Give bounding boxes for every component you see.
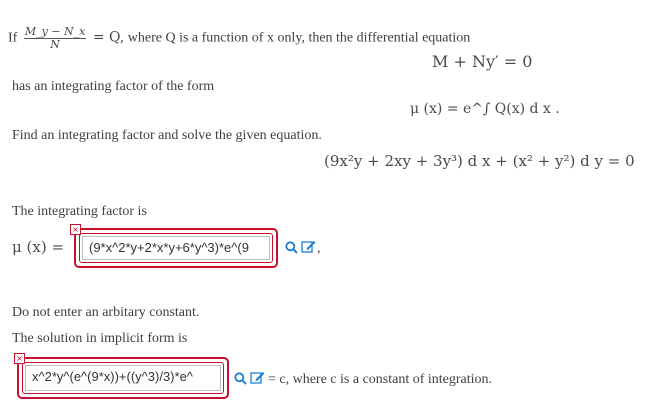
intro-line-2: has an integrating factor of the form (12, 79, 215, 94)
part2-after-text: = c, where c is a constant of integratio… (268, 372, 493, 387)
mu-lhs: μ (x) = (12, 238, 65, 256)
intro-line: If M_y − N_x N = Q, where Q is a functio… (8, 26, 470, 51)
search-icon[interactable] (234, 372, 247, 390)
answer-box-2: x^2*y^(e^(9*x))+((y^3)/3)*e^ (17, 357, 229, 399)
search-icon[interactable] (285, 241, 298, 259)
edit-icon[interactable] (250, 371, 265, 390)
part1-comma: , (317, 241, 321, 256)
fraction: M_y − N_x N (23, 26, 87, 51)
constant-note: Do not enter an arbitary constant. (12, 305, 200, 320)
implicit-solution-input[interactable]: x^2*y^(e^(9*x))+((y^3)/3)*e^ (25, 365, 221, 391)
task-text: Find an integrating factor and solve the… (12, 128, 322, 143)
error-x-icon: × (14, 353, 25, 364)
answer-box-1: (9*x^2*y+2*x*y+6*y^3)*e^(9 (74, 228, 278, 268)
intro-equation: M + Ny′ = 0 (432, 52, 533, 71)
edit-icon[interactable] (301, 240, 316, 259)
error-x-icon: × (70, 224, 81, 235)
part2-label: The solution in implicit form is (12, 331, 188, 346)
fraction-denominator: N (50, 38, 60, 51)
intro-rest: where Q is a function of x only, then th… (127, 30, 471, 46)
integrating-factor-input[interactable]: (9*x^2*y+2*x*y+6*y^3)*e^(9 (82, 236, 270, 260)
if-word: If (8, 30, 18, 46)
task-equation: (9x²y + 2xy + 3y³) d x + (x² + y²) d y =… (324, 152, 635, 170)
equals-q: = Q, (92, 29, 125, 46)
part1-label: The integrating factor is (12, 204, 147, 219)
integrating-factor-formula: μ (x) = e^∫ Q(x) d x . (410, 101, 560, 117)
